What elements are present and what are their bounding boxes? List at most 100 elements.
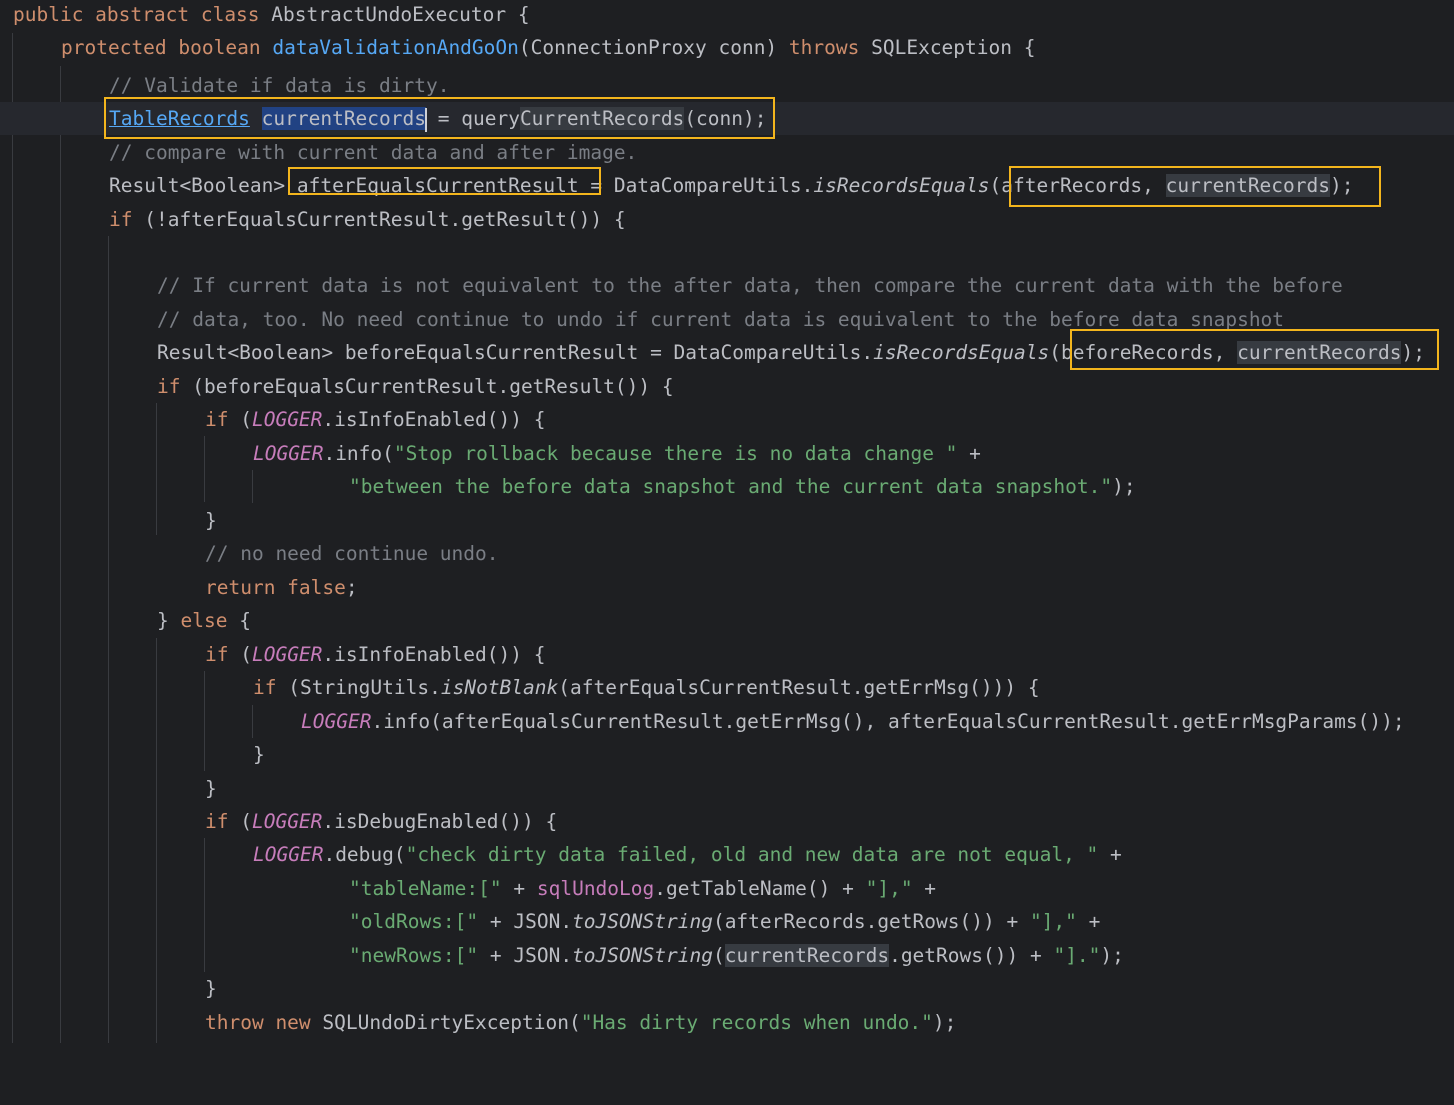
class-declaration: AbstractUndoExecutor { — [259, 3, 530, 26]
statement-end: ); — [1330, 174, 1354, 197]
code-line[interactable]: if (LOGGER.isInfoEnabled()) { — [0, 638, 1454, 671]
code-line[interactable]: "between the before data snapshot and th… — [0, 470, 1454, 503]
code-line[interactable]: throw new SQLUndoDirtyException("Has dir… — [0, 1006, 1454, 1039]
string-literal: "]." — [1053, 944, 1101, 967]
constant[interactable]: LOGGER — [252, 408, 322, 431]
code-line[interactable]: "tableName:[" + sqlUndoLog.getTableName(… — [0, 872, 1454, 905]
code-line[interactable]: // data, too. No need continue to undo i… — [0, 303, 1454, 336]
code-line[interactable]: protected boolean dataValidationAndGoOn(… — [0, 31, 1454, 64]
code-line[interactable]: // If current data is not equivalent to … — [0, 269, 1454, 302]
statement-end: ); — [932, 1011, 957, 1034]
statement-end: ); — [1112, 475, 1136, 498]
method-call: .isDebugEnabled()) { — [322, 810, 558, 833]
code-line[interactable]: Result<Boolean> beforeEqualsCurrentResul… — [0, 336, 1454, 369]
code-line[interactable]: "newRows:[" + JSON.toJSONString(currentR… — [0, 939, 1454, 972]
string-literal: "tableName:[" — [349, 877, 502, 900]
code-line[interactable]: // no need continue undo. — [0, 537, 1454, 570]
code-line[interactable]: if (StringUtils.isNotBlank(afterEqualsCu… — [0, 671, 1454, 704]
field[interactable]: sqlUndoLog — [537, 877, 654, 900]
highlighted-usage[interactable]: currentRecords — [724, 944, 890, 967]
method-call: .info(afterEqualsCurrentResult.getErrMsg… — [371, 710, 1405, 733]
declaration: Result<Boolean> beforeEqualsCurrentResul… — [157, 341, 874, 364]
constant[interactable]: LOGGER — [253, 442, 323, 465]
static-method[interactable]: isNotBlank — [441, 676, 558, 699]
class-ref: (StringUtils. — [276, 676, 441, 699]
code-line[interactable]: } — [0, 772, 1454, 805]
keyword: if — [205, 643, 229, 666]
arguments: (beforeRecords, — [1049, 341, 1238, 364]
string-literal: "Has dirty records when undo." — [580, 1011, 933, 1034]
closing-brace: } — [253, 743, 265, 766]
static-method[interactable]: isRecordsEquals — [813, 174, 989, 197]
constructor-call: SQLUndoDirtyException( — [310, 1011, 581, 1034]
keyword: if — [109, 208, 133, 231]
paren: ( — [228, 408, 252, 431]
code-line[interactable]: if (beforeEqualsCurrentResult.getResult(… — [0, 370, 1454, 403]
keyword: public abstract class — [13, 3, 260, 26]
method-call: .debug( — [323, 843, 406, 866]
string-literal: "]," — [1029, 910, 1077, 933]
keyword: return false — [205, 576, 346, 599]
code-line[interactable]: if (!afterEqualsCurrentResult.getResult(… — [0, 203, 1454, 236]
code-line[interactable]: LOGGER.debug("check dirty data failed, o… — [0, 838, 1454, 871]
code-line[interactable]: if (LOGGER.isInfoEnabled()) { — [0, 403, 1454, 436]
highlighted-usage[interactable]: CurrentRecords — [519, 107, 685, 130]
keyword: throws — [788, 36, 860, 59]
string-literal: "oldRows:[" — [349, 910, 479, 933]
operator: + — [1098, 843, 1122, 866]
comment: // no need continue undo. — [205, 542, 499, 565]
code-line[interactable]: // compare with current data and after i… — [0, 136, 1454, 169]
code-line[interactable]: LOGGER.info("Stop rollback because there… — [0, 437, 1454, 470]
exception-type: SQLException { — [859, 36, 1036, 59]
static-method[interactable]: toJSONString — [572, 910, 713, 933]
selected-variable[interactable]: currentRecords — [261, 107, 427, 130]
constant[interactable]: LOGGER — [252, 810, 322, 833]
keyword: else — [180, 609, 228, 632]
operator: + — [912, 877, 937, 900]
code-line[interactable]: LOGGER.info(afterEqualsCurrentResult.get… — [0, 705, 1454, 738]
constant[interactable]: LOGGER — [253, 843, 323, 866]
constant[interactable]: LOGGER — [252, 643, 322, 666]
variable[interactable]: afterEqualsCurrentResult — [297, 174, 579, 197]
string-literal: "newRows:[" — [349, 944, 479, 967]
code-line[interactable]: } else { — [0, 604, 1454, 637]
string-literal: "between the before data snapshot and th… — [349, 475, 1113, 498]
constant[interactable]: LOGGER — [301, 710, 371, 733]
condition: (beforeEqualsCurrentResult.getResult()) … — [180, 375, 674, 398]
code-line[interactable]: // Validate if data is dirty. — [0, 69, 1454, 102]
code-line[interactable]: } — [0, 504, 1454, 537]
method-name[interactable]: dataValidationAndGoOn — [272, 36, 519, 59]
code-line[interactable]: } — [0, 972, 1454, 1005]
code-line[interactable]: if (LOGGER.isDebugEnabled()) { — [0, 805, 1454, 838]
comment: // compare with current data and after i… — [109, 141, 638, 164]
statement-end: ; — [345, 576, 358, 599]
keyword: if — [157, 375, 181, 398]
paren: ( — [228, 810, 252, 833]
method-call: .getRows()) + — [889, 944, 1054, 967]
closing-brace: } — [205, 777, 217, 800]
assignment: = query — [426, 107, 520, 130]
code-line-current[interactable]: TableRecords currentRecords = queryCurre… — [0, 102, 1454, 135]
string-literal: "]," — [865, 877, 913, 900]
highlighted-usage[interactable]: currentRecords — [1165, 174, 1331, 197]
code-line[interactable]: return false; — [0, 571, 1454, 604]
code-line[interactable]: "oldRows:[" + JSON.toJSONString(afterRec… — [0, 905, 1454, 938]
paren: ( — [712, 944, 725, 967]
code-line[interactable]: } — [0, 738, 1454, 771]
code-line[interactable]: public abstract class AbstractUndoExecut… — [0, 0, 1454, 31]
highlighted-usage[interactable]: currentRecords — [1237, 341, 1402, 364]
keyword: protected boolean — [61, 36, 261, 59]
keyword: if — [253, 676, 277, 699]
method-call: .info( — [323, 442, 394, 465]
static-method[interactable]: isRecordsEquals — [873, 341, 1049, 364]
static-method[interactable]: toJSONString — [572, 944, 713, 967]
type-link[interactable]: TableRecords — [109, 107, 250, 130]
assignment: = DataCompareUtils. — [578, 174, 814, 197]
code-editor[interactable]: public abstract class AbstractUndoExecut… — [0, 0, 1454, 1043]
method-call: .isInfoEnabled()) { — [322, 408, 546, 431]
keyword: if — [205, 810, 229, 833]
code-line[interactable]: Result<Boolean> afterEqualsCurrentResult… — [0, 169, 1454, 202]
keyword: throw new — [205, 1011, 311, 1034]
comment: // Validate if data is dirty. — [109, 74, 450, 97]
keyword: if — [205, 408, 229, 431]
